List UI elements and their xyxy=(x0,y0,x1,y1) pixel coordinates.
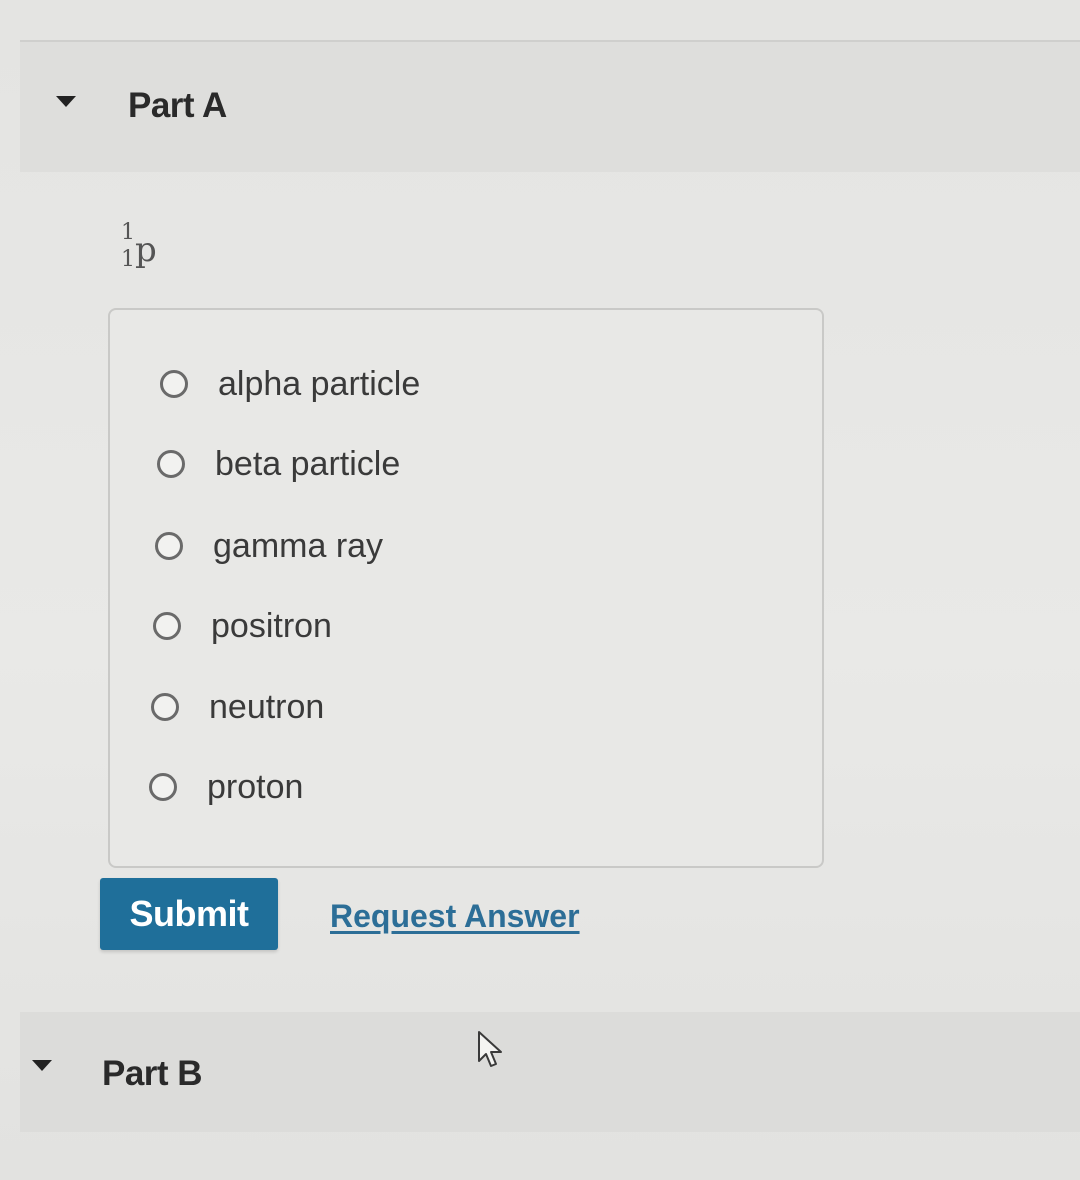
part-a-header[interactable]: Part A xyxy=(20,42,1080,172)
option-beta-particle[interactable]: beta particle xyxy=(157,442,400,486)
isotope-notation: 1 1 p xyxy=(118,222,178,278)
submit-button[interactable]: Submit xyxy=(100,878,278,950)
option-positron[interactable]: positron xyxy=(153,604,332,648)
option-gamma-ray[interactable]: gamma ray xyxy=(155,524,383,568)
option-label[interactable]: gamma ray xyxy=(213,527,383,566)
mouse-pointer-icon xyxy=(478,1031,502,1067)
option-label[interactable]: positron xyxy=(211,607,332,646)
option-alpha-particle[interactable]: alpha particle xyxy=(160,362,420,406)
radio-unchecked-icon[interactable] xyxy=(151,693,179,721)
option-label[interactable]: beta particle xyxy=(215,445,400,484)
isotope-symbol: p xyxy=(135,230,157,270)
radio-unchecked-icon[interactable] xyxy=(160,370,188,398)
option-proton[interactable]: proton xyxy=(149,765,303,809)
atomic-number: 1 xyxy=(121,247,135,272)
caret-down-icon[interactable] xyxy=(32,1060,52,1071)
option-label[interactable]: neutron xyxy=(209,688,324,727)
request-answer-link[interactable]: Request Answer xyxy=(330,898,580,935)
radio-unchecked-icon[interactable] xyxy=(149,773,177,801)
part-b-title: Part B xyxy=(102,1054,203,1093)
option-neutron[interactable]: neutron xyxy=(151,685,324,729)
radio-unchecked-icon[interactable] xyxy=(155,532,183,560)
answer-options-box: alpha particle beta particle gamma ray p… xyxy=(108,308,824,868)
radio-unchecked-icon[interactable] xyxy=(153,612,181,640)
mass-number: 1 xyxy=(121,220,135,245)
page: Part A 1 1 p alpha particle beta particl… xyxy=(0,0,1080,1180)
option-label[interactable]: proton xyxy=(207,768,303,807)
option-label[interactable]: alpha particle xyxy=(218,365,420,404)
part-b-header[interactable]: Part B xyxy=(20,1012,1080,1132)
radio-unchecked-icon[interactable] xyxy=(157,450,185,478)
part-a-title: Part A xyxy=(128,86,227,125)
caret-down-icon[interactable] xyxy=(56,96,76,107)
